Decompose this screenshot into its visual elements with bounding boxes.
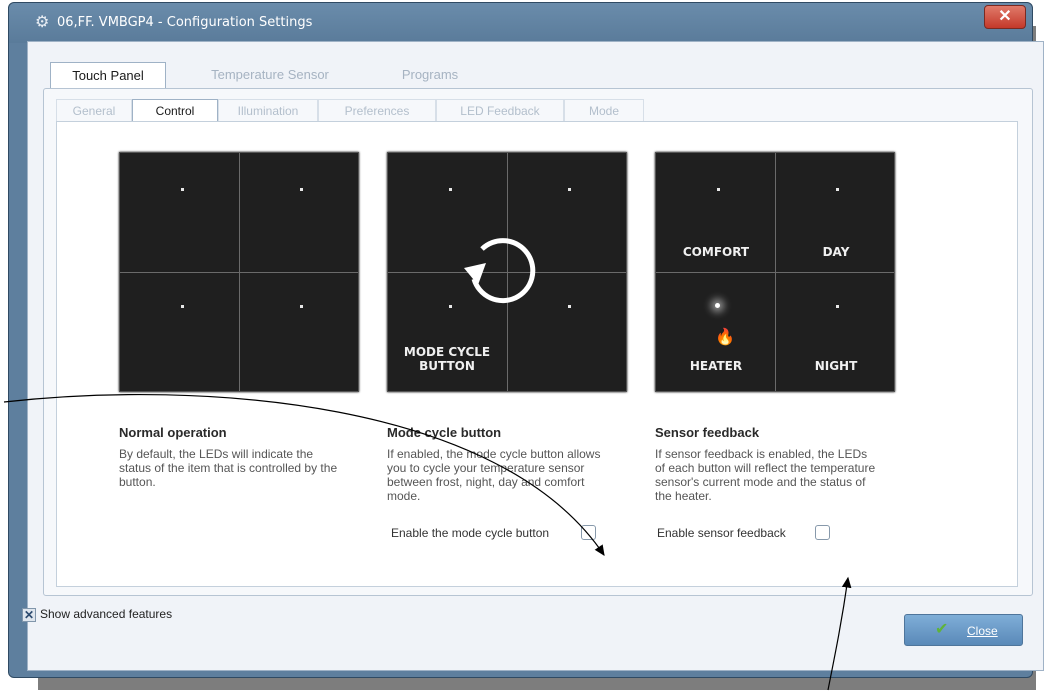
- tab-led-feedback[interactable]: LED Feedback: [436, 99, 564, 121]
- checkmark-icon: ✔: [935, 621, 949, 638]
- normal-operation-description: By default, the LEDs will indicate the s…: [119, 447, 338, 489]
- tab-touch-panel[interactable]: Touch Panel: [50, 62, 166, 89]
- window-close-button[interactable]: ✕: [984, 5, 1026, 29]
- led-indicator: [300, 188, 303, 191]
- led-indicator: [717, 188, 720, 191]
- keypad-label: DAY: [822, 245, 850, 259]
- configuration-window: ⚙ 06,FF. VMBGP4 - Configuration Settings…: [8, 2, 1044, 678]
- led-indicator: [836, 188, 839, 191]
- mode-cycle-option-label: Enable the mode cycle button: [391, 526, 550, 540]
- led-indicator: [836, 305, 839, 308]
- control-settings-panel: MODE CYCLE BUTTON COMFORT DAY 🔥 HEATER N…: [56, 121, 1018, 587]
- dialog-client-area: Touch Panel Temperature Sensor Programs …: [27, 41, 1044, 671]
- keypad-label: NIGHT: [814, 359, 858, 373]
- led-indicator: [300, 305, 303, 308]
- led-indicator: [181, 305, 184, 308]
- touch-panel-page: General Control Illumination Preferences…: [43, 88, 1033, 596]
- led-indicator: [449, 188, 452, 191]
- title-bar[interactable]: ⚙ 06,FF. VMBGP4 - Configuration Settings…: [9, 3, 1032, 43]
- normal-operation-title: Normal operation: [119, 425, 227, 440]
- led-indicator: [449, 305, 452, 308]
- tab-mode[interactable]: Mode: [564, 99, 644, 121]
- enable-sensor-feedback-checkbox[interactable]: [815, 525, 830, 540]
- tab-general[interactable]: General: [56, 99, 132, 121]
- led-indicator: [181, 188, 184, 191]
- sensor-feedback-description: If sensor feedback is enabled, the LEDs …: [655, 447, 876, 503]
- window-title: 06,FF. VMBGP4 - Configuration Settings: [57, 15, 313, 30]
- gear-icon: ⚙: [35, 14, 50, 31]
- keypad-sensor-feedback-preview: COMFORT DAY 🔥 HEATER NIGHT: [655, 152, 895, 392]
- keypad-label: MODE CYCLE BUTTON: [402, 345, 492, 373]
- keypad-normal-preview: [119, 152, 359, 392]
- mode-cycle-title: Mode cycle button: [387, 425, 502, 440]
- keypad-label: HEATER: [689, 359, 743, 373]
- close-button-label: Close: [967, 624, 998, 638]
- show-advanced-checkbox[interactable]: ✕: [22, 608, 36, 622]
- tab-programs[interactable]: Programs: [365, 62, 495, 88]
- keypad-label: COMFORT: [682, 245, 750, 259]
- close-button[interactable]: ✔ Close: [904, 614, 1023, 646]
- tab-illumination[interactable]: Illumination: [218, 99, 318, 121]
- tab-temperature-sensor[interactable]: Temperature Sensor: [180, 62, 360, 88]
- led-indicator: [568, 305, 571, 308]
- flame-icon: 🔥: [715, 329, 735, 346]
- led-indicator-lit: [715, 303, 720, 308]
- keypad-label-line: BUTTON: [419, 359, 475, 373]
- led-indicator: [568, 188, 571, 191]
- enable-mode-cycle-checkbox[interactable]: [581, 525, 596, 540]
- tab-control[interactable]: Control: [132, 99, 218, 122]
- tab-preferences[interactable]: Preferences: [318, 99, 436, 121]
- keypad-label-line: MODE CYCLE: [403, 345, 491, 359]
- keypad-mode-cycle-preview: MODE CYCLE BUTTON: [387, 152, 627, 392]
- show-advanced-label[interactable]: Show advanced features: [40, 607, 172, 621]
- mode-cycle-description: If enabled, the mode cycle button allows…: [387, 447, 601, 503]
- sensor-feedback-title: Sensor feedback: [655, 425, 760, 440]
- cycle-icon: [464, 238, 536, 304]
- sensor-feedback-option-label: Enable sensor feedback: [657, 526, 786, 540]
